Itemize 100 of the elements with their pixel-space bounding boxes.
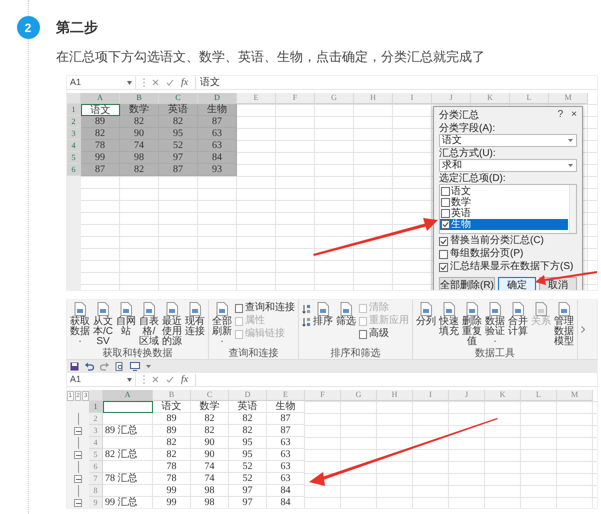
ribbon-button[interactable]: 排序 — [312, 302, 334, 327]
ribbon-button[interactable]: 全部刷新· — [211, 302, 233, 347]
column-header[interactable]: D — [229, 390, 267, 401]
cancel-icon[interactable] — [152, 79, 159, 86]
name-box[interactable]: A1 — [67, 76, 136, 89]
undo-icon[interactable] — [85, 362, 94, 371]
row-header[interactable]: 3 — [89, 425, 103, 437]
column-header[interactable]: B — [153, 390, 191, 401]
screen-icon[interactable] — [130, 362, 140, 371]
list-item[interactable]: 英语 — [440, 208, 568, 219]
print-preview-icon[interactable] — [115, 362, 124, 371]
ribbon-button[interactable]: 高级 — [359, 328, 409, 340]
checkbox[interactable] — [441, 198, 450, 207]
column-header[interactable]: D — [198, 93, 237, 104]
insert-function-button[interactable]: fx — [181, 76, 188, 88]
column-header[interactable]: A — [103, 390, 153, 401]
dropdown[interactable]: 求和 — [439, 159, 577, 172]
column-header[interactable]: J — [432, 93, 471, 104]
row-header[interactable]: 5 — [67, 152, 81, 164]
ribbon-button[interactable]: 管理数据模型 — [553, 302, 575, 347]
insert-function-button[interactable]: fx — [181, 374, 188, 386]
column-header[interactable]: A — [81, 93, 120, 104]
column-header[interactable]: F — [305, 390, 341, 401]
collapse-button[interactable] — [74, 499, 82, 507]
row-header[interactable]: 4 — [89, 437, 103, 449]
column-header[interactable]: M — [549, 93, 588, 104]
column-header[interactable]: L — [510, 93, 549, 104]
ribbon-button[interactable]: 快速填充 — [438, 302, 460, 337]
name-box[interactable]: A1 — [67, 373, 136, 386]
column-header[interactable]: L — [521, 390, 557, 401]
ribbon-button[interactable]: 合并计算 — [507, 302, 529, 337]
collapse-button[interactable] — [74, 475, 82, 483]
ribbon-button[interactable]: 从文本/CSV — [92, 302, 114, 347]
column-header[interactable]: H — [354, 93, 393, 104]
help-button[interactable]: ? — [558, 108, 564, 120]
dialog-button[interactable]: 确定 — [498, 277, 536, 290]
row-header[interactable]: 6 — [89, 461, 103, 473]
row-header[interactable]: 4 — [67, 140, 81, 152]
list-item[interactable]: 数学 — [440, 197, 568, 208]
caret-icon[interactable] — [146, 365, 151, 368]
ribbon-button[interactable]: 最近使用的源 — [161, 302, 183, 347]
table-cell: 97 — [229, 485, 267, 497]
column-header[interactable]: G — [341, 390, 377, 401]
row-header[interactable]: 7 — [89, 473, 103, 485]
list-item[interactable]: 语文 — [440, 186, 568, 197]
column-header[interactable]: K — [471, 93, 510, 104]
row-header[interactable]: 5 — [89, 449, 103, 461]
column-header[interactable]: M — [557, 390, 593, 401]
checkbox[interactable] — [439, 250, 448, 258]
column-header[interactable]: H — [377, 390, 413, 401]
checkbox[interactable] — [441, 209, 450, 218]
column-header[interactable]: K — [485, 390, 521, 401]
checkbox[interactable] — [441, 220, 450, 229]
column-header[interactable]: I — [413, 390, 449, 401]
row-header[interactable]: 3 — [67, 128, 81, 140]
ribbon-button[interactable]: 数据验证· — [484, 302, 506, 347]
chevron-icon[interactable] — [581, 326, 585, 333]
formula-input[interactable]: 语文 — [195, 76, 593, 88]
ribbon-button[interactable]: 删除重复值 — [461, 302, 483, 347]
column-header[interactable]: E — [267, 390, 305, 401]
ribbon-button[interactable]: 筛选 — [335, 302, 357, 327]
column-header[interactable]: G — [315, 93, 354, 104]
column-header[interactable]: I — [393, 93, 432, 104]
save-icon[interactable] — [70, 362, 79, 371]
checkbox[interactable] — [441, 187, 450, 196]
table-cell: 87 — [198, 116, 237, 128]
dropdown[interactable]: 语文 — [439, 134, 577, 147]
column-header[interactable]: B — [120, 93, 159, 104]
collapse-button[interactable] — [74, 451, 82, 459]
list-item[interactable]: 生物 — [440, 219, 568, 230]
column-header[interactable]: J — [449, 390, 485, 401]
sort-descending-icon[interactable] — [302, 317, 310, 327]
row-header[interactable]: 1 — [89, 401, 103, 413]
row-header[interactable]: 2 — [89, 413, 103, 425]
column-header[interactable]: F — [276, 93, 315, 104]
sort-ascending-icon[interactable] — [302, 304, 310, 314]
column-header[interactable]: C — [191, 390, 229, 401]
ribbon-button[interactable]: 分列 — [415, 302, 437, 327]
scrollbar[interactable] — [569, 185, 576, 233]
check-icon[interactable] — [166, 79, 174, 86]
ribbon-button[interactable]: 现有连接 — [184, 302, 206, 337]
row-header[interactable]: 1 — [67, 104, 81, 116]
check-icon[interactable] — [166, 376, 174, 383]
ribbon-button[interactable]: 查询和连接 — [235, 302, 295, 314]
checkbox[interactable] — [439, 236, 448, 246]
checkbox[interactable] — [439, 262, 448, 272]
row-header[interactable]: 6 — [67, 164, 81, 176]
column-header[interactable]: C — [159, 93, 198, 104]
row-header[interactable]: 2 — [67, 116, 81, 128]
close-button[interactable]: × — [571, 108, 577, 120]
ribbon-group-label: 查询和连接 — [228, 348, 280, 359]
cancel-icon[interactable] — [152, 376, 159, 383]
dialog-button[interactable]: 全部删除(R) — [439, 277, 495, 290]
collapse-button[interactable] — [74, 427, 82, 435]
ribbon-button[interactable]: 自网站 — [115, 302, 137, 337]
column-header[interactable]: E — [237, 93, 276, 104]
row-header[interactable]: 8 — [89, 485, 103, 497]
row-header[interactable]: 9 — [89, 497, 103, 508]
ribbon-button[interactable]: 获取数据· — [69, 302, 91, 347]
ribbon-button[interactable]: 自表格/区域 — [138, 302, 160, 347]
